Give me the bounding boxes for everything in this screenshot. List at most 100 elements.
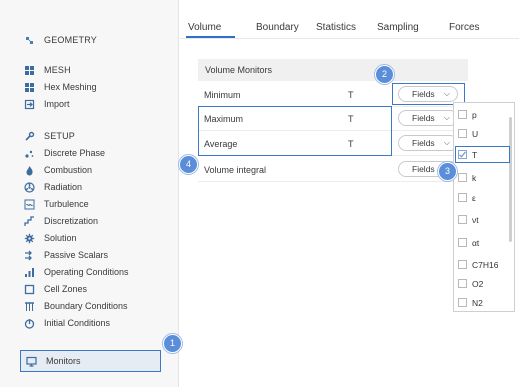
checkbox-checked[interactable] xyxy=(458,150,467,159)
fields-dropdown-button[interactable]: Fields ⌵ xyxy=(398,135,458,151)
tab-statistics[interactable]: Statistics xyxy=(316,22,356,33)
field-option-c7h16[interactable]: C7H16 xyxy=(458,258,498,271)
sidebar-item-label: Import xyxy=(44,99,70,109)
sidebar-item-import[interactable]: Import xyxy=(24,97,70,112)
sidebar-item-label: Cell Zones xyxy=(44,284,88,294)
sidebar-item-monitors[interactable]: Monitors xyxy=(20,350,161,372)
check-icon xyxy=(459,151,467,158)
checkbox[interactable] xyxy=(458,238,467,247)
checkbox[interactable] xyxy=(458,129,467,138)
option-label: C7H16 xyxy=(472,259,499,270)
sidebar-item-initial-conditions[interactable]: Initial Conditions xyxy=(24,316,110,331)
turbulence-icon xyxy=(24,199,35,210)
field-option-t[interactable]: T xyxy=(458,148,477,161)
sidebar-item-hex-meshing[interactable]: Hex Meshing xyxy=(24,80,97,95)
field-option-p[interactable]: p xyxy=(458,108,477,121)
field-option-o2[interactable]: O2 xyxy=(458,277,483,290)
option-label: O2 xyxy=(472,278,484,289)
step-badge-1: 1 xyxy=(163,334,182,353)
discretization-icon xyxy=(24,216,35,227)
option-label: U xyxy=(472,128,479,139)
tab-forces[interactable]: Forces xyxy=(449,22,480,33)
sidebar-item-cell-zones[interactable]: Cell Zones xyxy=(24,282,87,297)
field-option-nut[interactable]: νt xyxy=(458,213,479,226)
chevron-down-icon: ⌵ xyxy=(443,113,450,122)
checkbox[interactable] xyxy=(458,110,467,119)
fields-button-label: Fields xyxy=(412,138,435,148)
tab-sampling[interactable]: Sampling xyxy=(377,22,419,33)
sidebar-item-operating-conditions[interactable]: Operating Conditions xyxy=(24,265,129,280)
field-option-n2[interactable]: N2 xyxy=(458,296,483,309)
monitor-field: T xyxy=(348,90,354,100)
sidebar-item-radiation[interactable]: Radiation xyxy=(24,180,82,195)
field-option-alphat[interactable]: αt xyxy=(458,236,479,249)
option-label: ε xyxy=(472,192,476,203)
sidebar-item-label: Operating Conditions xyxy=(44,267,129,277)
step-badge-4: 4 xyxy=(179,155,198,174)
sidebar-item-discrete-phase[interactable]: Discrete Phase xyxy=(24,146,105,161)
monitor-icon xyxy=(26,356,37,367)
sidebar: GEOMETRY MESH Hex Meshing Import SETUP D… xyxy=(0,0,179,387)
flame-icon xyxy=(24,165,35,176)
mesh-icon xyxy=(24,65,35,76)
sidebar-item-label: Solution xyxy=(44,233,77,243)
monitor-name: Volume integral xyxy=(204,165,267,175)
option-label: αt xyxy=(472,237,480,248)
sidebar-item-label: Radiation xyxy=(44,182,83,192)
sidebar-item-passive-scalars[interactable]: Passive Scalars xyxy=(24,248,108,263)
monitor-row-volume-integral: Volume integral Fields⌵ xyxy=(198,158,468,182)
operating-conditions-icon xyxy=(24,267,35,278)
sidebar-item-mesh[interactable]: MESH xyxy=(24,63,71,78)
boundary-conditions-icon xyxy=(24,301,35,312)
fields-button-label: Fields xyxy=(412,113,435,123)
hex-meshing-icon xyxy=(24,82,35,93)
step-badge-2: 2 xyxy=(375,65,394,84)
sidebar-item-label: MESH xyxy=(44,65,71,75)
monitor-name: Minimum xyxy=(204,90,241,100)
field-option-k[interactable]: k xyxy=(458,171,476,184)
sidebar-item-discretization[interactable]: Discretization xyxy=(24,214,98,229)
sidebar-item-turbulence[interactable]: Turbulence xyxy=(24,197,89,212)
sidebar-item-label: Hex Meshing xyxy=(44,82,97,92)
radiation-icon xyxy=(24,182,35,193)
sidebar-item-combustion[interactable]: Combustion xyxy=(24,163,92,178)
sidebar-item-label: Discretization xyxy=(44,216,99,226)
checkbox[interactable] xyxy=(458,215,467,224)
passive-scalars-icon xyxy=(24,250,35,261)
option-label: N2 xyxy=(472,297,483,308)
panel-title: Volume Monitors xyxy=(198,59,468,81)
sidebar-item-geometry[interactable]: GEOMETRY xyxy=(24,33,97,48)
sidebar-item-boundary-conditions[interactable]: Boundary Conditions xyxy=(24,299,128,314)
sidebar-item-label: Passive Scalars xyxy=(44,250,109,260)
fields-dropdown-button[interactable]: Fields ⌵ xyxy=(398,110,458,126)
field-option-u[interactable]: U xyxy=(458,127,478,140)
rows-highlight xyxy=(198,106,392,156)
wrench-icon xyxy=(24,131,35,142)
geometry-icon xyxy=(24,35,35,46)
initial-conditions-icon xyxy=(24,318,35,329)
sidebar-item-label: SETUP xyxy=(44,131,76,141)
active-tab-indicator xyxy=(186,36,235,38)
sidebar-item-setup[interactable]: SETUP xyxy=(24,129,75,144)
sidebar-item-label: Initial Conditions xyxy=(44,318,111,328)
tab-volume[interactable]: Volume xyxy=(188,22,221,33)
checkbox[interactable] xyxy=(458,173,467,182)
checkbox[interactable] xyxy=(458,279,467,288)
gear-icon xyxy=(24,233,35,244)
field-option-epsilon[interactable]: ε xyxy=(458,191,476,204)
checkbox[interactable] xyxy=(458,298,467,307)
sidebar-item-label: Discrete Phase xyxy=(44,148,106,158)
step-badge-3: 3 xyxy=(438,162,457,181)
sidebar-item-label: Combustion xyxy=(44,165,93,175)
sidebar-item-label: Turbulence xyxy=(44,199,89,209)
sidebar-item-solution[interactable]: Solution xyxy=(24,231,77,246)
sidebar-item-label: Monitors xyxy=(46,356,81,366)
sidebar-item-label: Boundary Conditions xyxy=(44,301,128,311)
chevron-down-icon: ⌵ xyxy=(443,138,450,147)
cell-zones-icon xyxy=(24,284,35,295)
dropdown-scrollbar[interactable] xyxy=(509,117,512,242)
checkbox[interactable] xyxy=(458,260,467,269)
checkbox[interactable] xyxy=(458,193,467,202)
tab-boundary[interactable]: Boundary xyxy=(256,22,299,33)
option-label: p xyxy=(472,109,477,120)
